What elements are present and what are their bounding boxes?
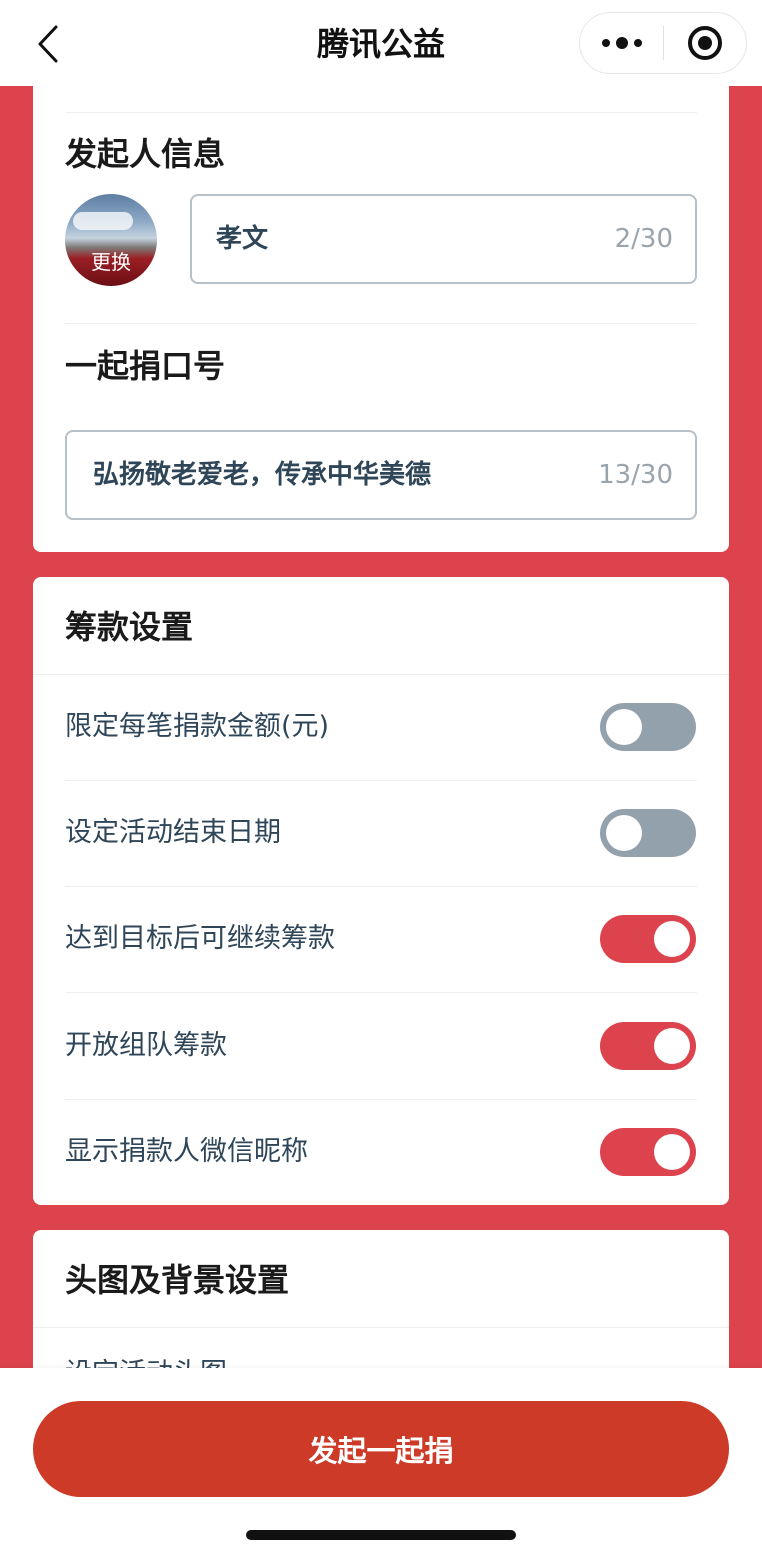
team-fundraising-label: 开放组队筹款: [65, 1030, 227, 1061]
avatar-change-label: 更换: [91, 250, 131, 274]
divider: [65, 323, 697, 324]
divider: [65, 112, 697, 113]
slogan-section-title: 一起捐口号: [65, 347, 226, 385]
limit-amount-toggle[interactable]: [600, 703, 696, 751]
content-scroll-area[interactable]: 发起人信息 更换 孝文 2/30 一起捐口号 弘扬敬老爱老，传承中华美德 13/…: [0, 86, 762, 1368]
avatar-image: [73, 212, 133, 230]
header-bg-section-title: 头图及背景设置: [65, 1261, 290, 1299]
toggle-knob: [606, 815, 642, 851]
toggle-knob: [654, 1134, 690, 1170]
close-mini-program-button[interactable]: [664, 13, 746, 73]
avatar-change-button[interactable]: 更换: [65, 194, 157, 286]
toggle-knob: [606, 709, 642, 745]
fundraising-section-title: 筹款设置: [65, 608, 194, 646]
slogan-value: 弘扬敬老爱老，传承中华美德: [93, 460, 432, 490]
continue-after-goal-label: 达到目标后可继续筹款: [65, 923, 335, 954]
initiator-section-title: 发起人信息: [65, 135, 226, 173]
mini-program-capsule: [579, 12, 747, 74]
initiator-name-input[interactable]: 孝文 2/30: [190, 194, 697, 284]
divider: [65, 780, 697, 781]
divider: [65, 992, 697, 993]
submit-button[interactable]: 发起一起捐: [33, 1401, 729, 1497]
slogan-input[interactable]: 弘扬敬老爱老，传承中华美德 13/30: [65, 430, 697, 520]
initiator-card: 发起人信息 更换 孝文 2/30 一起捐口号 弘扬敬老爱老，传承中华美德 13/…: [33, 86, 729, 552]
divider: [65, 1099, 697, 1100]
slogan-counter: 13/30: [598, 460, 673, 490]
show-donor-nickname-toggle[interactable]: [600, 1128, 696, 1176]
toggle-knob: [654, 1028, 690, 1064]
more-button[interactable]: [580, 13, 663, 73]
divider: [65, 886, 697, 887]
end-date-toggle[interactable]: [600, 809, 696, 857]
nav-bar: 腾讯公益: [0, 0, 762, 86]
bottom-action-bar: 发起一起捐: [0, 1368, 762, 1557]
initiator-name-counter: 2/30: [614, 224, 673, 254]
target-icon: [687, 26, 722, 60]
home-indicator[interactable]: [246, 1530, 516, 1540]
end-date-label: 设定活动结束日期: [65, 817, 281, 848]
show-donor-nickname-label: 显示捐款人微信昵称: [65, 1136, 308, 1167]
divider: [33, 674, 729, 675]
initiator-name-value: 孝文: [216, 224, 269, 254]
divider: [33, 1327, 729, 1328]
header-background-card: 头图及背景设置 设定活动头图: [33, 1230, 729, 1368]
continue-after-goal-toggle[interactable]: [600, 915, 696, 963]
fundraising-settings-card: 筹款设置 限定每笔捐款金额(元) 设定活动结束日期 达到目标后可继续筹款 开放组…: [33, 577, 729, 1205]
limit-amount-label: 限定每笔捐款金额(元): [65, 711, 330, 742]
toggle-knob: [654, 921, 690, 957]
team-fundraising-toggle[interactable]: [600, 1022, 696, 1070]
more-dots-icon: [599, 37, 645, 49]
header-image-setting-item[interactable]: 设定活动头图: [65, 1354, 227, 1368]
